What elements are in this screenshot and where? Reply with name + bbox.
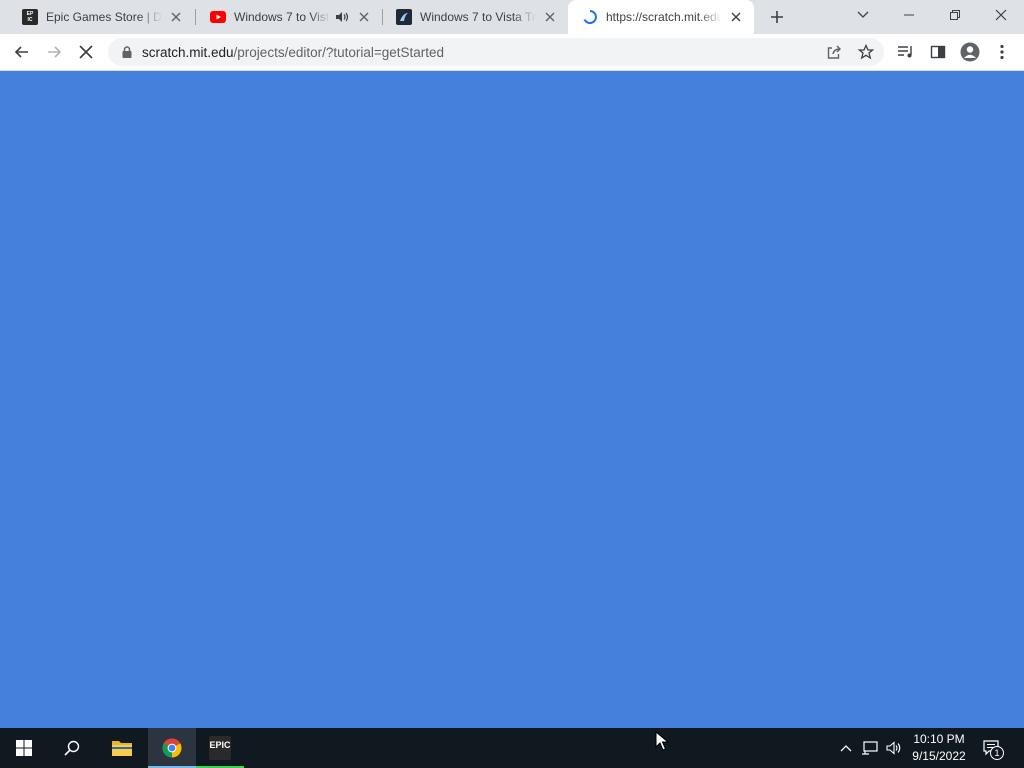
notification-count-badge: 1	[990, 746, 1004, 760]
close-icon[interactable]	[168, 9, 184, 25]
close-icon[interactable]	[356, 9, 372, 25]
system-clock[interactable]: 10:10 PM 9/15/2022	[906, 731, 972, 765]
media-control-button[interactable]	[894, 40, 918, 64]
show-hidden-icons-button[interactable]	[836, 738, 856, 758]
more-vertical-icon	[1000, 44, 1004, 60]
bookmark-star-button[interactable]	[856, 42, 876, 62]
mouse-cursor-icon	[655, 731, 669, 751]
tab-scratch[interactable]: https://scratch.mit.edu/projects/editor/	[568, 0, 754, 34]
action-center-button[interactable]: 1	[982, 738, 1004, 760]
tab-search-button[interactable]	[840, 0, 886, 30]
share-icon	[827, 45, 841, 59]
file-explorer-button[interactable]	[98, 728, 146, 768]
url-host: scratch.mit.edu	[142, 45, 234, 60]
back-arrow-icon	[14, 46, 28, 58]
address-bar[interactable]: scratch.mit.edu/projects/editor/?tutoria…	[108, 38, 884, 66]
youtube-icon	[210, 9, 226, 25]
restore-button[interactable]	[932, 0, 978, 30]
side-panel-icon	[930, 45, 946, 59]
start-button[interactable]	[0, 728, 48, 768]
tab-title: Windows 7 to Vista Transformation	[420, 10, 536, 24]
close-icon[interactable]	[542, 9, 558, 25]
close-icon	[995, 9, 1007, 21]
tab-youtube[interactable]: Windows 7 to Vista	[196, 0, 382, 34]
site-icon	[396, 9, 412, 25]
folder-icon	[112, 741, 132, 756]
tab-strip: EPIC Epic Games Store | Download & Play …	[0, 0, 1024, 34]
epic-games-icon: EPIC	[209, 736, 231, 760]
lock-icon[interactable]	[120, 45, 134, 59]
forward-button[interactable]	[42, 40, 66, 64]
url-path: /projects/editor/?tutorial=getStarted	[233, 45, 445, 60]
avatar-icon	[960, 42, 980, 62]
tab-title: https://scratch.mit.edu/projects/editor/	[606, 10, 722, 24]
epic-games-taskbar-button[interactable]: EPIC	[196, 728, 244, 768]
new-tab-button[interactable]	[766, 6, 788, 28]
chevron-up-icon	[840, 745, 852, 752]
taskbar: EPIC 10:10 PM 9/15/2022 1	[0, 728, 1024, 768]
clock-time: 10:10 PM	[913, 732, 965, 746]
volume-button[interactable]	[884, 738, 904, 758]
loading-spinner-icon	[582, 9, 598, 25]
url-text[interactable]: scratch.mit.edu/projects/editor/?tutoria…	[142, 45, 444, 60]
chrome-taskbar-button[interactable]	[148, 728, 196, 768]
close-window-button[interactable]	[978, 0, 1024, 30]
tab-epic-games[interactable]: EPIC Epic Games Store | Download & Play	[8, 0, 194, 34]
minimize-button[interactable]	[886, 0, 932, 30]
star-icon	[858, 44, 874, 60]
tab-windows-transformation[interactable]: Windows 7 to Vista Transformation	[382, 0, 568, 34]
tab-title: Windows 7 to Vista	[234, 10, 330, 24]
epic-games-icon: EPIC	[22, 9, 38, 25]
side-panel-button[interactable]	[926, 40, 950, 64]
tab-title: Epic Games Store | Download & Play	[46, 10, 162, 24]
search-button[interactable]	[48, 728, 96, 768]
back-button[interactable]	[10, 40, 34, 64]
close-icon	[79, 45, 93, 59]
speaker-icon[interactable]	[334, 9, 350, 25]
menu-button[interactable]	[990, 40, 1014, 64]
close-icon[interactable]	[728, 9, 744, 25]
epic-label: EPIC	[209, 740, 231, 750]
search-icon	[64, 740, 80, 756]
stop-loading-button[interactable]	[74, 40, 98, 64]
media-playlist-icon	[898, 46, 912, 58]
page-content	[0, 71, 1024, 728]
plus-icon	[771, 11, 783, 23]
minimize-icon	[904, 14, 914, 16]
share-button[interactable]	[824, 42, 844, 62]
speaker-icon	[886, 741, 901, 755]
network-icon	[862, 741, 878, 755]
chevron-down-icon	[857, 11, 869, 18]
profile-button[interactable]	[958, 40, 982, 64]
windows-logo-icon	[16, 740, 32, 756]
clock-date: 9/15/2022	[912, 749, 966, 763]
chrome-icon	[162, 738, 182, 758]
browser-toolbar: scratch.mit.edu/projects/editor/?tutoria…	[0, 34, 1024, 71]
network-button[interactable]	[860, 738, 880, 758]
restore-icon	[950, 10, 960, 20]
forward-arrow-icon	[48, 46, 62, 58]
